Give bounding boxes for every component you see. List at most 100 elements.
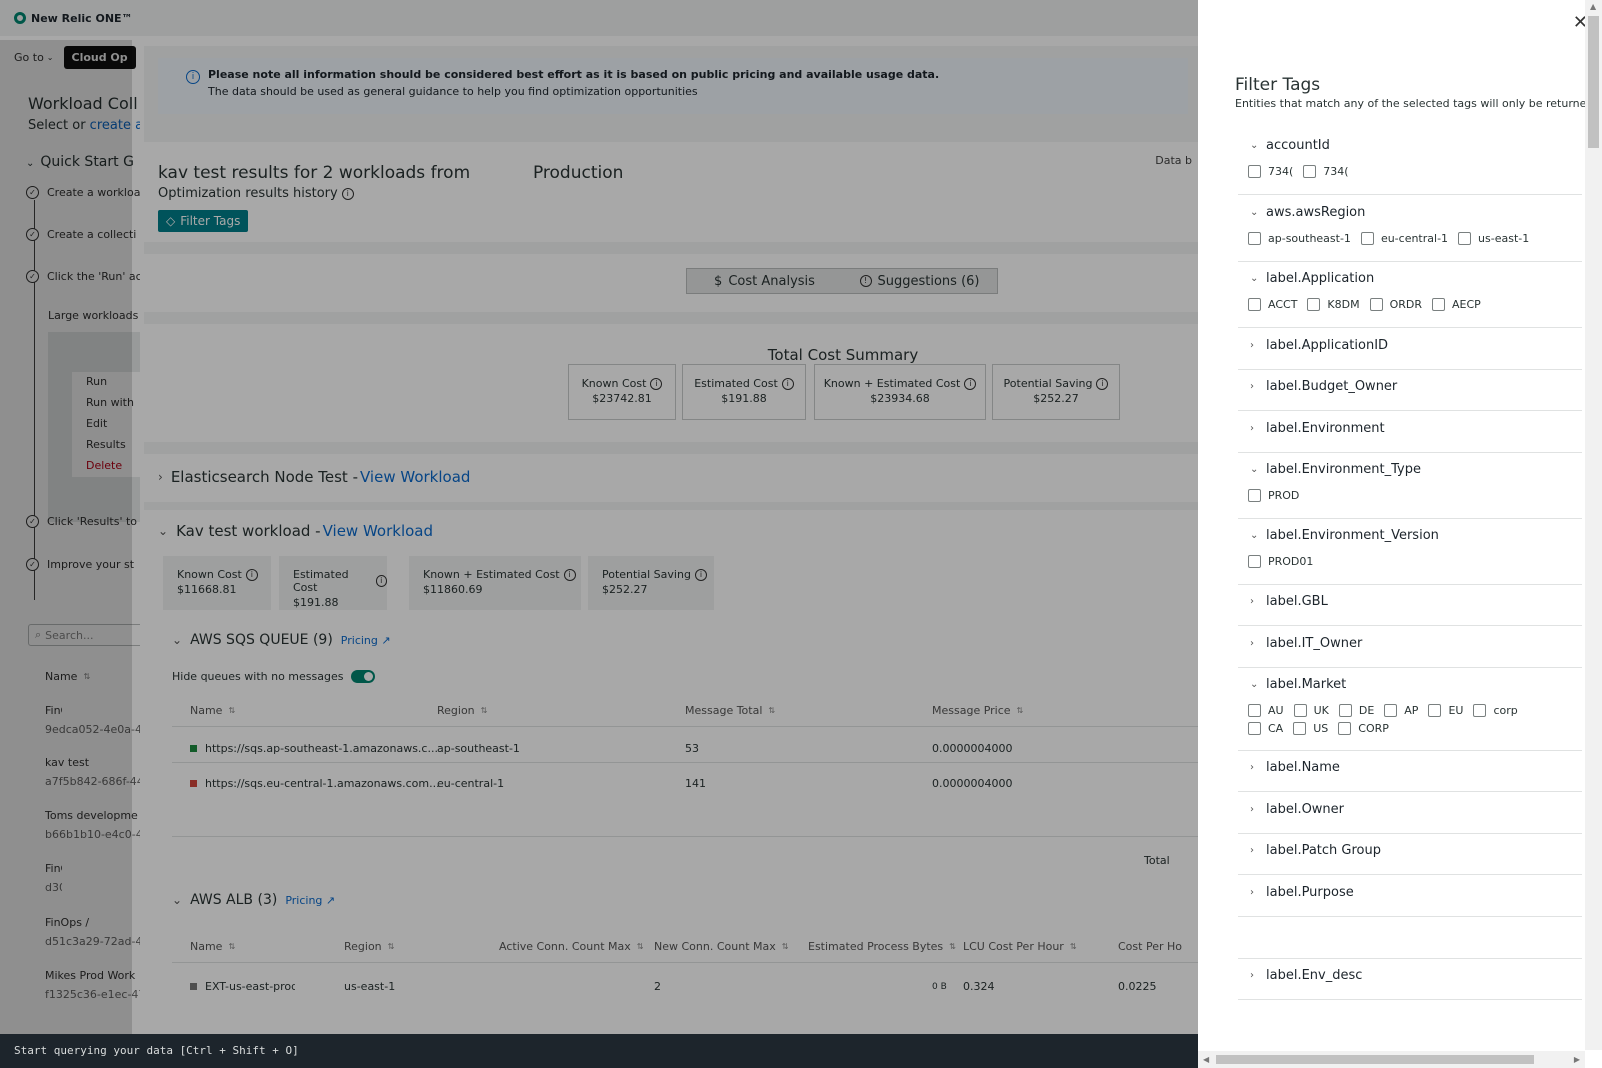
checkbox[interactable] <box>1293 722 1307 735</box>
workload-header[interactable]: › Elasticsearch Node Test - View Workload <box>158 468 470 486</box>
info-icon[interactable]: i <box>341 187 354 200</box>
checkbox[interactable] <box>1248 298 1261 311</box>
tag-group-header[interactable]: › label.Budget_Owner <box>1250 379 1397 394</box>
tag-option[interactable]: corp <box>1473 704 1518 717</box>
view-workload-link[interactable]: View Workload <box>360 468 470 486</box>
search-input[interactable]: ⌕ Search... <box>28 624 140 646</box>
tag-group-header[interactable]: › label.GBL <box>1250 594 1328 609</box>
tag-option[interactable]: CORP <box>1338 722 1389 735</box>
col-header-cost-per-hour[interactable]: Cost Per Ho <box>1118 940 1182 953</box>
info-icon[interactable]: i <box>650 377 663 390</box>
checkbox[interactable] <box>1369 298 1383 311</box>
col-header-message-price[interactable]: Message Price ⇅ <box>932 704 1023 717</box>
pricing-link[interactable]: Pricing ↗ <box>341 634 391 647</box>
col-header-region[interactable]: Region ⇅ <box>437 704 487 717</box>
tag-option[interactable]: K8DM <box>1307 298 1360 311</box>
menu-item-results[interactable]: Results <box>72 435 140 456</box>
checkbox[interactable] <box>1293 704 1307 717</box>
view-workload-link[interactable]: View Workload <box>323 522 433 540</box>
tag-group-header[interactable]: ⌄ accountId <box>1250 138 1330 153</box>
tag-group-header[interactable]: ⌄ label.Application <box>1250 271 1374 286</box>
history-link[interactable]: Optimization results history i <box>158 186 354 201</box>
col-header-process-bytes[interactable]: Estimated Process Bytes ⇅ <box>808 940 956 953</box>
info-icon[interactable]: i <box>1096 377 1109 390</box>
tag-option[interactable]: AECP <box>1432 298 1481 311</box>
scroll-right-icon[interactable]: ▶ <box>1574 1055 1580 1064</box>
col-header-name[interactable]: Name ⇅ <box>190 940 235 953</box>
scrollbar-thumb[interactable] <box>1216 1055 1534 1064</box>
checkbox[interactable] <box>1303 165 1317 178</box>
tag-group-header[interactable]: › label.Purpose <box>1250 885 1354 900</box>
checkbox[interactable] <box>1338 722 1352 735</box>
hide-empty-queues-toggle[interactable] <box>351 670 376 683</box>
tag-option[interactable]: UK <box>1293 704 1329 717</box>
menu-item-run-with[interactable]: Run with <box>72 393 140 414</box>
scroll-left-icon[interactable]: ◀ <box>1203 1055 1209 1064</box>
tag-group-header[interactable]: › label.Patch Group <box>1250 843 1381 858</box>
pricing-link[interactable]: Pricing ↗ <box>285 894 335 907</box>
tag-option[interactable]: AU <box>1248 704 1284 717</box>
tag-option[interactable]: ORDR <box>1369 298 1422 311</box>
tag-group-header[interactable]: › label.ApplicationID <box>1250 338 1388 353</box>
tag-option[interactable]: DE <box>1338 704 1374 717</box>
tag-group-header[interactable]: ⌄ label.Market <box>1250 677 1346 692</box>
tag-group-header[interactable]: › label.Env_desc <box>1250 968 1362 983</box>
vertical-scrollbar[interactable]: ▲ <box>1585 0 1602 1050</box>
scrollbar-thumb[interactable] <box>1588 16 1599 148</box>
list-item[interactable]: FinOps / d51c3a29-72ad-4 <box>45 916 140 948</box>
info-icon[interactable]: i <box>375 575 387 587</box>
tag-option[interactable]: ACCT <box>1248 298 1297 311</box>
filter-tags-button[interactable]: ◇ Filter Tags <box>158 210 249 232</box>
checkbox[interactable] <box>1384 704 1398 717</box>
col-header-message-total[interactable]: Message Total ⇅ <box>685 704 775 717</box>
checkbox[interactable] <box>1307 298 1321 311</box>
tag-option[interactable]: us-east-1 <box>1458 232 1529 245</box>
checkbox[interactable] <box>1248 555 1261 568</box>
checkbox[interactable] <box>1248 704 1261 717</box>
tag-option[interactable]: PROD01 <box>1248 555 1313 568</box>
name-column-header[interactable]: Name ⇅ <box>45 670 90 683</box>
checkbox[interactable] <box>1458 232 1472 245</box>
tag-option[interactable]: ap-southeast-1 <box>1248 232 1351 245</box>
info-icon[interactable]: i <box>563 568 576 581</box>
tag-option[interactable]: PROD <box>1248 489 1299 502</box>
tab-cost-analysis[interactable]: $ Cost Analysis <box>687 269 842 293</box>
table-row-name[interactable]: EXT-us-east-prod- <box>190 980 302 993</box>
tag-group-header[interactable]: › label.IT_Owner <box>1250 636 1362 651</box>
col-header-region[interactable]: Region ⇅ <box>344 940 394 953</box>
checkbox[interactable] <box>1432 298 1446 311</box>
tag-option[interactable]: 734( <box>1248 165 1293 178</box>
col-header-active-conn[interactable]: Active Conn. Count Max ⇅ <box>499 940 643 953</box>
col-header-new-conn[interactable]: New Conn. Count Max ⇅ <box>654 940 788 953</box>
cloud-optimize-tab[interactable]: Cloud Op <box>63 45 136 69</box>
info-icon[interactable]: i <box>245 568 258 581</box>
tag-option[interactable]: AP <box>1384 704 1418 717</box>
info-icon[interactable]: i <box>781 377 794 390</box>
tag-group-header[interactable]: ⌄ aws.awsRegion <box>1250 205 1365 220</box>
table-row-name[interactable]: https://sqs.ap-southeast-1.amazonaws.c..… <box>190 742 438 755</box>
tag-option[interactable]: EU <box>1428 704 1463 717</box>
checkbox[interactable] <box>1248 232 1261 245</box>
checkbox[interactable] <box>1338 704 1352 717</box>
checkbox[interactable] <box>1360 232 1374 245</box>
checkbox[interactable] <box>1473 704 1487 717</box>
tag-group-header[interactable]: › label.Name <box>1250 760 1340 775</box>
tag-group-header[interactable]: ⌄ label.Environment_Type <box>1250 462 1421 477</box>
tag-group-header[interactable]: ⌄ label.Environment_Version <box>1250 528 1439 543</box>
checkbox[interactable] <box>1428 704 1442 717</box>
sqs-section-header[interactable]: ⌄ AWS SQS QUEUE (9) Pricing ↗ <box>172 632 391 648</box>
query-bar[interactable]: Start querying your data [Ctrl + Shift +… <box>0 1034 1200 1068</box>
tag-option[interactable]: 734( <box>1303 165 1349 178</box>
checkbox[interactable] <box>1248 165 1261 178</box>
list-item[interactable]: kav test a7f5b842-686f-44 <box>45 756 140 788</box>
checkbox[interactable] <box>1248 489 1261 502</box>
col-header-name[interactable]: Name ⇅ <box>190 704 235 717</box>
tag-option[interactable]: CA <box>1248 722 1283 735</box>
scroll-up-icon[interactable]: ▲ <box>1590 2 1596 11</box>
tab-suggestions[interactable]: ! Suggestions (6) <box>842 269 997 293</box>
menu-item-run[interactable]: Run <box>72 372 140 393</box>
menu-item-delete[interactable]: Delete <box>72 456 140 477</box>
tag-group-header[interactable]: › label.Owner <box>1250 802 1344 817</box>
info-icon[interactable]: i <box>964 377 977 390</box>
tag-group-header[interactable]: › label.Environment <box>1250 421 1385 436</box>
